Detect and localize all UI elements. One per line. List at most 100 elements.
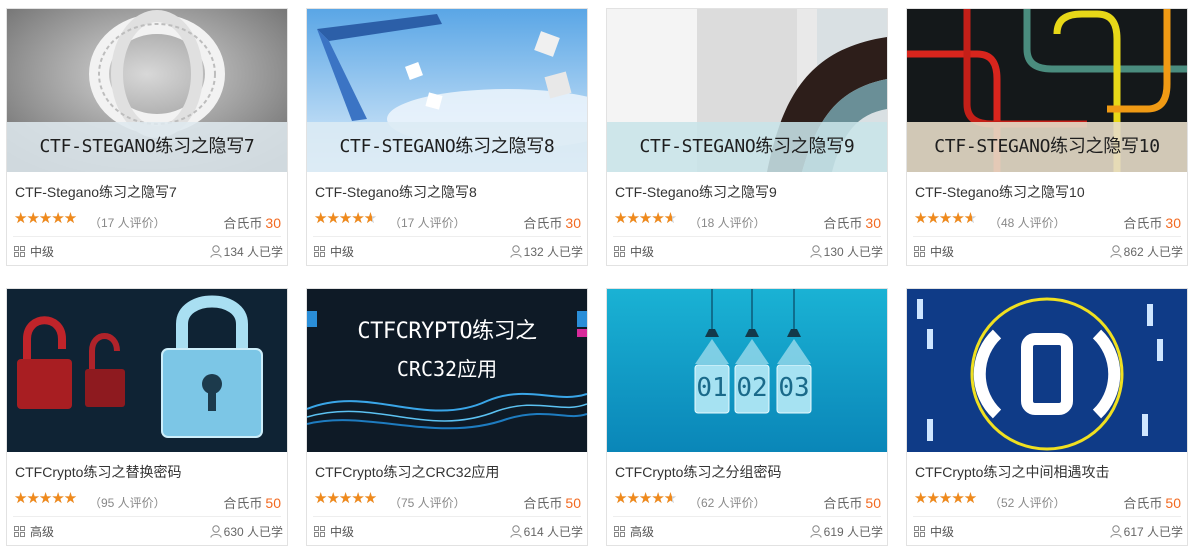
course-thumbnail[interactable] — [7, 289, 287, 452]
price-value: 50 — [265, 495, 281, 511]
thumbnail-banner-line2: CRC32应用 — [396, 357, 498, 381]
course-card[interactable]: CTFCrypto练习之中间相遇攻击 ★★★★★ ★★★★★ （52 人评价） 合… — [906, 288, 1188, 546]
review-count: （18 人评价） — [689, 216, 766, 230]
rating-stars: ★★★★★ ★★★★★ — [14, 210, 77, 227]
level-label: 中级 — [30, 245, 55, 259]
thumbnail-banner: CTF-STEGANO练习之隐写7 — [7, 122, 287, 172]
learner-label: 617 人已学 — [1123, 525, 1183, 539]
course-card[interactable]: CTFCrypto练习之替换密码 ★★★★★ ★★★★★ （95 人评价） 合氏币… — [6, 288, 288, 546]
thumbnail-banner: CTF-STEGANO练习之隐写10 — [907, 122, 1187, 172]
course-card[interactable]: CTF-STEGANO练习之隐写9 CTF-Stegano练习之隐写9 ★★★★… — [606, 8, 888, 266]
course-level: 中级 — [314, 523, 354, 540]
course-title[interactable]: CTF-Stegano练习之隐写9 — [615, 182, 777, 202]
course-thumbnail[interactable]: CTFCRYPTO练习之 CRC32应用 — [307, 289, 587, 452]
course-title[interactable]: CTFCrypto练习之CRC32应用 — [315, 462, 499, 482]
divider — [13, 516, 281, 517]
price-value: 30 — [1165, 215, 1181, 231]
review-count: （62 人评价） — [689, 496, 766, 510]
rating-stars: ★★★★★ ★★★★★ — [314, 210, 377, 227]
course-title[interactable]: CTF-Stegano练习之隐写10 — [915, 182, 1085, 202]
price-value: 50 — [1165, 495, 1181, 511]
price-label: 合氏币 — [1123, 216, 1163, 231]
price: 合氏币 30 — [223, 213, 281, 232]
rating-stars: ★★★★★ ★★★★★ — [914, 210, 977, 227]
level-label: 中级 — [330, 525, 355, 539]
review-count: （48 人评价） — [989, 216, 1066, 230]
price-value: 50 — [565, 495, 581, 511]
divider — [613, 516, 881, 517]
course-thumbnail[interactable]: CTF-STEGANO练习之隐写9 — [607, 9, 887, 172]
rating-stars: ★★★★★ ★★★★★ — [14, 490, 77, 507]
learner-label: 630 人已学 — [223, 525, 283, 539]
learner-count: 134 人已学 — [209, 243, 283, 260]
course-title[interactable]: CTF-Stegano练习之隐写7 — [15, 182, 177, 202]
course-card[interactable]: 01 02 03 CTFCrypto练习之分组密码 ★★★★★ ★★★★★ （62… — [606, 288, 888, 546]
learner-count: 619 人已学 — [809, 523, 883, 540]
learner-label: 134 人已学 — [223, 245, 283, 259]
price-value: 50 — [865, 495, 881, 511]
divider — [913, 236, 1181, 237]
price: 合氏币 30 — [1123, 213, 1181, 232]
learner-label: 619 人已学 — [823, 525, 883, 539]
thumbnail-banner-line1: CTFCRYPTO练习之 — [357, 319, 537, 344]
thumbnail-image — [607, 289, 887, 452]
level-label: 中级 — [330, 245, 355, 259]
grid-icon — [14, 526, 25, 537]
learner-count: 614 人已学 — [509, 523, 583, 540]
price-label: 合氏币 — [223, 496, 263, 511]
review-count: （17 人评价） — [389, 216, 466, 230]
review-count: （52 人评价） — [989, 496, 1066, 510]
price: 合氏币 50 — [523, 493, 581, 512]
course-title[interactable]: CTF-Stegano练习之隐写8 — [315, 182, 477, 202]
grid-icon — [314, 526, 325, 537]
thumbnail-banner: CTF-STEGANO练习之隐写8 — [307, 122, 587, 172]
price-value: 30 — [865, 215, 881, 231]
review-count: （17 人评价） — [89, 216, 166, 230]
course-card[interactable]: CTFCRYPTO练习之 CRC32应用 CTFCrypto练习之CRC32应用… — [306, 288, 588, 546]
course-title[interactable]: CTFCrypto练习之中间相遇攻击 — [915, 462, 1109, 482]
learner-count: 130 人已学 — [809, 243, 883, 260]
learner-label: 862 人已学 — [1123, 245, 1183, 259]
price-value: 30 — [565, 215, 581, 231]
price: 合氏币 50 — [823, 493, 881, 512]
course-level: 中级 — [614, 243, 654, 260]
course-title[interactable]: CTFCrypto练习之分组密码 — [615, 462, 781, 482]
level-label: 中级 — [930, 525, 955, 539]
review-count: （95 人评价） — [89, 496, 166, 510]
course-thumbnail[interactable]: CTF-STEGANO练习之隐写7 — [7, 9, 287, 172]
rating-stars: ★★★★★ ★★★★★ — [914, 490, 977, 507]
user-icon — [1109, 245, 1122, 258]
course-thumbnail[interactable]: CTF-STEGANO练习之隐写10 — [907, 9, 1187, 172]
price-value: 30 — [265, 215, 281, 231]
price-label: 合氏币 — [523, 216, 563, 231]
price: 合氏币 50 — [1123, 493, 1181, 512]
course-thumbnail[interactable]: CTF-STEGANO练习之隐写8 — [307, 9, 587, 172]
thumbnail-image — [7, 289, 287, 452]
grid-icon — [14, 246, 25, 257]
rating-stars: ★★★★★ ★★★★★ — [314, 490, 377, 507]
learner-label: 132 人已学 — [523, 245, 583, 259]
course-card[interactable]: CTF-STEGANO练习之隐写10 CTF-Stegano练习之隐写10 ★★… — [906, 8, 1188, 266]
price-label: 合氏币 — [223, 216, 263, 231]
course-title[interactable]: CTFCrypto练习之替换密码 — [15, 462, 181, 482]
course-level: 高级 — [14, 523, 54, 540]
badge-01: 01 — [696, 373, 728, 403]
divider — [913, 516, 1181, 517]
price-label: 合氏币 — [1123, 496, 1163, 511]
course-card[interactable]: CTF-STEGANO练习之隐写7 CTF-Stegano练习之隐写7 ★★★★… — [6, 8, 288, 266]
user-icon — [809, 245, 822, 258]
course-thumbnail[interactable] — [907, 289, 1187, 452]
divider — [313, 236, 581, 237]
user-icon — [509, 245, 522, 258]
level-label: 高级 — [30, 525, 55, 539]
user-icon — [809, 525, 822, 538]
rating-stars: ★★★★★ ★★★★★ — [614, 210, 677, 227]
learner-count: 630 人已学 — [209, 523, 283, 540]
course-card[interactable]: CTF-STEGANO练习之隐写8 CTF-Stegano练习之隐写8 ★★★★… — [306, 8, 588, 266]
course-thumbnail[interactable]: 01 02 03 — [607, 289, 887, 452]
price: 合氏币 30 — [823, 213, 881, 232]
user-icon — [209, 525, 222, 538]
course-level: 中级 — [14, 243, 54, 260]
user-icon — [209, 245, 222, 258]
review-count: （75 人评价） — [389, 496, 466, 510]
